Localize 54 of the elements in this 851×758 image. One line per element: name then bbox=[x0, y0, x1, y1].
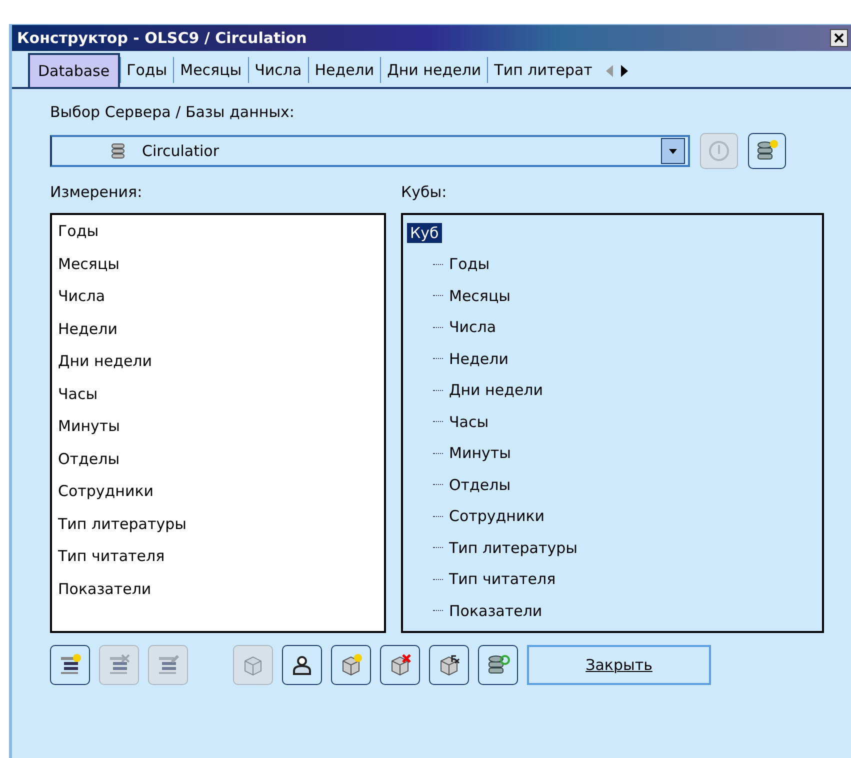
database-icon bbox=[110, 143, 126, 159]
tree-item[interactable]: Дни недели bbox=[446, 380, 546, 400]
list-item[interactable]: Дни недели bbox=[58, 349, 378, 382]
list-item[interactable]: Показатели bbox=[58, 576, 378, 609]
tree-item[interactable]: Годы bbox=[446, 254, 493, 274]
tree-item[interactable]: Минуты bbox=[446, 443, 514, 464]
user-icon bbox=[290, 653, 314, 677]
tree-item[interactable]: Отделы bbox=[446, 474, 514, 495]
database-dropdown[interactable]: Circulatior bbox=[50, 135, 690, 167]
tree-label: Кубы: bbox=[401, 183, 448, 201]
tab[interactable]: Дни недели bbox=[380, 57, 488, 83]
cube-delete-button[interactable] bbox=[380, 645, 420, 685]
list-cross-icon bbox=[107, 653, 131, 677]
list-item[interactable]: Годы bbox=[58, 219, 378, 252]
list-label: Измерения: bbox=[50, 183, 144, 201]
tree-item[interactable]: Месяцы bbox=[446, 286, 514, 306]
list-item[interactable]: Месяцы bbox=[58, 252, 378, 284]
tree-item[interactable]: Тип читателя bbox=[446, 569, 559, 590]
list-item[interactable]: Отделы bbox=[58, 446, 378, 479]
tree-item[interactable]: Куб bbox=[407, 222, 442, 243]
database-settings-button[interactable] bbox=[478, 645, 518, 685]
list-item[interactable]: Минуты bbox=[58, 414, 378, 446]
tab[interactable]: Годы bbox=[120, 57, 174, 83]
tab[interactable]: Недели bbox=[308, 57, 380, 83]
cube-formula-button[interactable] bbox=[429, 645, 469, 685]
list-item[interactable]: Тип читателя bbox=[58, 544, 378, 576]
tree-item[interactable]: Сотрудники bbox=[446, 506, 548, 526]
list-item[interactable]: Тип литературы bbox=[58, 512, 378, 544]
list-pencil-icon bbox=[156, 653, 180, 677]
user-button[interactable] bbox=[282, 645, 322, 685]
list-item[interactable]: Числа bbox=[58, 284, 378, 316]
tab[interactable]: Месяцы bbox=[173, 57, 248, 83]
tab[interactable]: Числа bbox=[248, 57, 308, 83]
dropdown-value: Circulatior bbox=[142, 142, 220, 160]
tab[interactable]: Тип литерат bbox=[487, 57, 598, 83]
close-icon[interactable] bbox=[830, 29, 848, 47]
list-star-icon bbox=[58, 653, 82, 677]
list-item[interactable]: Недели bbox=[58, 316, 378, 349]
field-label: Выбор Сервера / Базы данных: bbox=[50, 103, 296, 121]
tree-item[interactable]: Недели bbox=[446, 348, 512, 369]
new-database-button[interactable] bbox=[748, 133, 786, 169]
close-button[interactable]: Закрыть bbox=[527, 645, 711, 685]
tree-item[interactable]: Тип литературы bbox=[446, 538, 580, 558]
window-title: Конструктор - OLSC9 / Circulation bbox=[17, 29, 307, 47]
tree-item[interactable]: Часы bbox=[446, 412, 492, 432]
info-icon bbox=[707, 139, 731, 163]
cube-add-button[interactable] bbox=[331, 645, 371, 685]
tree-item[interactable]: Показатели bbox=[446, 600, 546, 621]
list-item[interactable]: Часы bbox=[58, 382, 378, 414]
scroll-right-icon[interactable] bbox=[620, 65, 628, 77]
tree-item[interactable]: Числа bbox=[446, 317, 500, 338]
tab[interactable]: Database bbox=[28, 53, 120, 87]
list-add-button[interactable] bbox=[50, 645, 90, 685]
list-item[interactable]: Сотрудники bbox=[58, 479, 378, 512]
